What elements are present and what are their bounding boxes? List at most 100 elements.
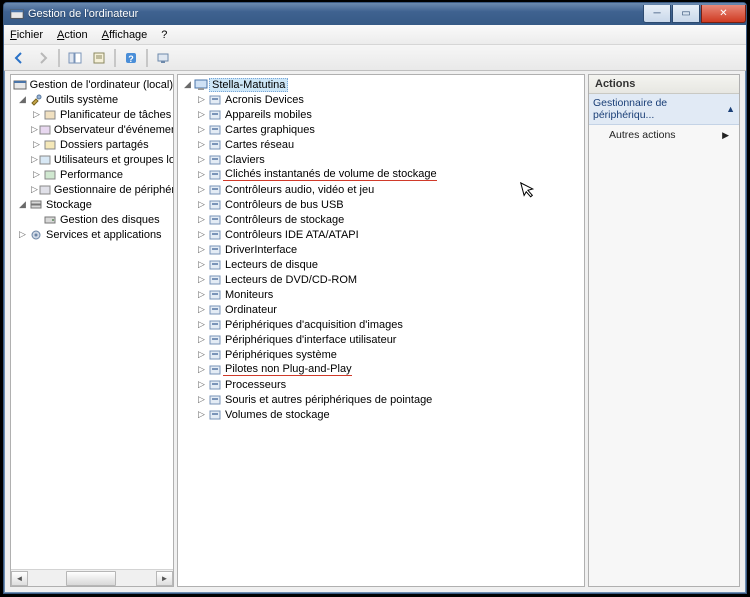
svg-text:?: ? <box>128 54 134 64</box>
device-category[interactable]: Ordinateur <box>223 304 277 316</box>
expand-icon[interactable]: ▷ <box>196 139 207 150</box>
expand-icon[interactable]: ▷ <box>196 349 207 360</box>
tree-item-icon <box>38 123 52 137</box>
expand-icon[interactable]: ▷ <box>196 229 207 240</box>
expand-icon[interactable]: ▷ <box>196 199 207 210</box>
device-category[interactable]: Contrôleurs de stockage <box>223 214 344 226</box>
scroll-track[interactable] <box>28 571 156 586</box>
expand-icon[interactable]: ▷ <box>196 409 207 420</box>
device-category[interactable]: Pilotes non Plug-and-Play <box>223 363 352 376</box>
expand-icon[interactable]: ▷ <box>31 184 38 195</box>
expand-icon[interactable]: ▷ <box>196 154 207 165</box>
maximize-button[interactable]: ▭ <box>672 5 700 23</box>
device-category[interactable]: Moniteurs <box>223 289 273 301</box>
expand-icon[interactable]: ▷ <box>196 334 207 345</box>
device-category[interactable]: Clichés instantanés de volume de stockag… <box>223 168 437 181</box>
tree-item[interactable]: Utilisateurs et groupes locaux <box>52 154 173 166</box>
expand-icon[interactable]: ▷ <box>196 169 207 180</box>
expand-icon[interactable]: ▷ <box>196 274 207 285</box>
expand-icon[interactable]: ▷ <box>196 379 207 390</box>
expand-icon[interactable]: ▷ <box>196 94 207 105</box>
expand-icon[interactable]: ▷ <box>196 394 207 405</box>
horizontal-scrollbar[interactable]: ◄ ► <box>11 569 173 586</box>
devices-button[interactable] <box>152 47 174 69</box>
collapse-icon[interactable]: ◢ <box>182 79 193 90</box>
device-category[interactable]: DriverInterface <box>223 244 297 256</box>
chevron-right-icon: ▶ <box>722 130 729 141</box>
menu-action[interactable]: Action <box>57 29 88 41</box>
menu-file[interactable]: Fichier <box>10 29 43 41</box>
tree-item[interactable]: Dossiers partagés <box>58 139 149 151</box>
expand-icon[interactable]: ▷ <box>196 184 207 195</box>
tree-item[interactable]: Stockage <box>44 199 92 211</box>
device-category[interactable]: Périphériques système <box>223 349 337 361</box>
tree-item[interactable]: Planificateur de tâches <box>58 109 171 121</box>
expand-icon[interactable]: ▷ <box>196 319 207 330</box>
expand-icon[interactable]: ▷ <box>196 259 207 270</box>
device-category[interactable]: Périphériques d'acquisition d'images <box>223 319 403 331</box>
expand-icon[interactable]: ▷ <box>17 229 28 240</box>
help-button[interactable]: ? <box>120 47 142 69</box>
device-category[interactable]: Cartes réseau <box>223 139 294 151</box>
expand-icon[interactable]: ▷ <box>196 214 207 225</box>
actions-context[interactable]: Gestionnaire de périphériqu... ▲ <box>589 94 739 125</box>
tree-item[interactable]: Gestionnaire de périphériques <box>52 184 173 196</box>
tree-item-icon <box>42 138 58 152</box>
expand-icon[interactable]: ▷ <box>31 109 42 120</box>
forward-button[interactable] <box>32 47 54 69</box>
expand-icon[interactable]: ▷ <box>196 364 207 375</box>
device-category[interactable]: Appareils mobiles <box>223 109 312 121</box>
device-category-icon <box>207 93 223 107</box>
scroll-left-button[interactable]: ◄ <box>11 571 28 586</box>
collapse-icon[interactable]: ▲ <box>726 104 735 114</box>
device-category-icon <box>207 303 223 317</box>
expand-icon[interactable]: ▷ <box>196 124 207 135</box>
device-category[interactable]: Périphériques d'interface utilisateur <box>223 334 396 346</box>
tree-item[interactable]: Outils système <box>44 94 118 106</box>
expand-icon[interactable]: ▷ <box>196 304 207 315</box>
device-category[interactable]: Cartes graphiques <box>223 124 315 136</box>
back-button[interactable] <box>8 47 30 69</box>
expand-icon[interactable]: ▷ <box>196 109 207 120</box>
tree-item[interactable]: Observateur d'événements <box>52 124 173 136</box>
actions-more[interactable]: Autres actions ▶ <box>589 125 739 145</box>
device-category-icon <box>207 333 223 347</box>
expand-icon[interactable]: ▷ <box>31 139 42 150</box>
tree-root[interactable]: Gestion de l'ordinateur (local) <box>28 79 173 91</box>
console-tree[interactable]: Gestion de l'ordinateur (local) ◢ Outils… <box>11 75 173 569</box>
titlebar[interactable]: Gestion de l'ordinateur ─ ▭ ✕ <box>4 3 746 25</box>
expand-icon[interactable]: ▷ <box>31 169 42 180</box>
minimize-button[interactable]: ─ <box>643 5 671 23</box>
scroll-thumb[interactable] <box>66 571 116 586</box>
menu-help[interactable]: ? <box>161 29 167 41</box>
device-category[interactable]: Volumes de stockage <box>223 409 330 421</box>
device-category[interactable]: Souris et autres périphériques de pointa… <box>223 394 432 406</box>
scroll-right-button[interactable]: ► <box>156 571 173 586</box>
tree-item-icon <box>38 153 52 167</box>
device-category[interactable]: Claviers <box>223 154 265 166</box>
device-tree[interactable]: ◢ Stella-Matutina ▷ Acronis Devices ▷ App… <box>178 75 584 586</box>
device-category[interactable]: Contrôleurs de bus USB <box>223 199 344 211</box>
show-hide-tree-button[interactable] <box>64 47 86 69</box>
collapse-icon[interactable]: ◢ <box>17 94 28 105</box>
collapse-icon[interactable]: ◢ <box>17 199 28 210</box>
expand-icon[interactable]: ▷ <box>196 289 207 300</box>
device-category[interactable]: Contrôleurs audio, vidéo et jeu <box>223 184 374 196</box>
window-title: Gestion de l'ordinateur <box>28 8 642 20</box>
tree-item[interactable]: Services et applications <box>44 229 162 241</box>
expand-icon[interactable]: ▷ <box>31 154 38 165</box>
properties-button[interactable] <box>88 47 110 69</box>
device-category[interactable]: Processeurs <box>223 379 286 391</box>
close-button[interactable]: ✕ <box>701 5 746 23</box>
tree-item[interactable]: Gestion des disques <box>58 214 160 226</box>
device-category[interactable]: Acronis Devices <box>223 94 304 106</box>
menu-view[interactable]: Affichage <box>102 29 148 41</box>
expand-icon[interactable]: ▷ <box>196 244 207 255</box>
tree-item-icon <box>42 108 58 122</box>
device-category[interactable]: Contrôleurs IDE ATA/ATAPI <box>223 229 359 241</box>
device-tree-root[interactable]: Stella-Matutina <box>209 78 288 92</box>
device-category[interactable]: Lecteurs de disque <box>223 259 318 271</box>
expand-icon[interactable]: ▷ <box>31 124 38 135</box>
tree-item[interactable]: Performance <box>58 169 123 181</box>
device-category[interactable]: Lecteurs de DVD/CD-ROM <box>223 274 357 286</box>
